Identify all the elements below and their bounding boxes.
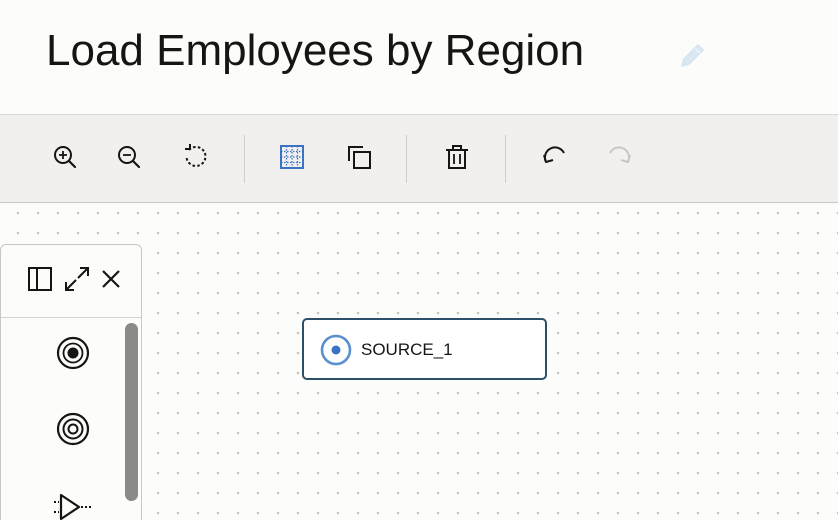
zoom-out-button[interactable] xyxy=(111,141,147,177)
copy-icon xyxy=(345,143,373,176)
page-header: Load Employees by Region xyxy=(0,0,838,115)
palette-scrollbar[interactable] xyxy=(125,323,138,501)
pencil-icon[interactable] xyxy=(676,38,710,72)
toolbar-separator xyxy=(505,135,506,183)
panel-toggle-button[interactable] xyxy=(26,266,54,297)
undo-icon xyxy=(540,143,568,176)
palette-header xyxy=(1,245,141,318)
page-title: Load Employees by Region xyxy=(46,26,585,75)
source-operator-icon xyxy=(55,335,91,376)
target-operator-icon xyxy=(55,411,91,452)
expand-icon xyxy=(63,265,91,298)
expand-button[interactable] xyxy=(63,265,91,298)
panel-toggle-icon xyxy=(27,266,53,297)
zoom-in-button[interactable] xyxy=(47,141,83,177)
toolbar-separator xyxy=(244,135,245,183)
undo-button[interactable] xyxy=(536,141,572,177)
duplicate-button[interactable] xyxy=(341,141,377,177)
data-flow-editor: Load Employees by Region SOURCE_1 xyxy=(0,0,838,520)
grid-icon xyxy=(278,143,306,176)
source-node[interactable]: SOURCE_1 xyxy=(302,318,547,380)
grid-button[interactable] xyxy=(274,141,310,177)
redo-button[interactable] xyxy=(602,141,638,177)
reset-zoom-button[interactable] xyxy=(178,141,214,177)
palette-item-filter[interactable] xyxy=(53,489,93,520)
zoom-in-icon xyxy=(51,143,79,176)
close-button[interactable] xyxy=(97,267,125,295)
editor-toolbar xyxy=(0,115,838,203)
close-icon xyxy=(99,267,123,296)
redo-icon xyxy=(606,143,634,176)
palette-item-target[interactable] xyxy=(53,411,93,451)
filter-operator-icon xyxy=(53,489,93,520)
operator-palette xyxy=(0,244,142,520)
delete-button[interactable] xyxy=(439,141,475,177)
zoom-out-icon xyxy=(115,143,143,176)
trash-icon xyxy=(443,143,471,176)
node-label: SOURCE_1 xyxy=(361,340,453,359)
palette-item-source[interactable] xyxy=(53,335,93,375)
toolbar-separator xyxy=(406,135,407,183)
refresh-icon xyxy=(182,143,210,176)
source-node-icon xyxy=(320,334,352,366)
